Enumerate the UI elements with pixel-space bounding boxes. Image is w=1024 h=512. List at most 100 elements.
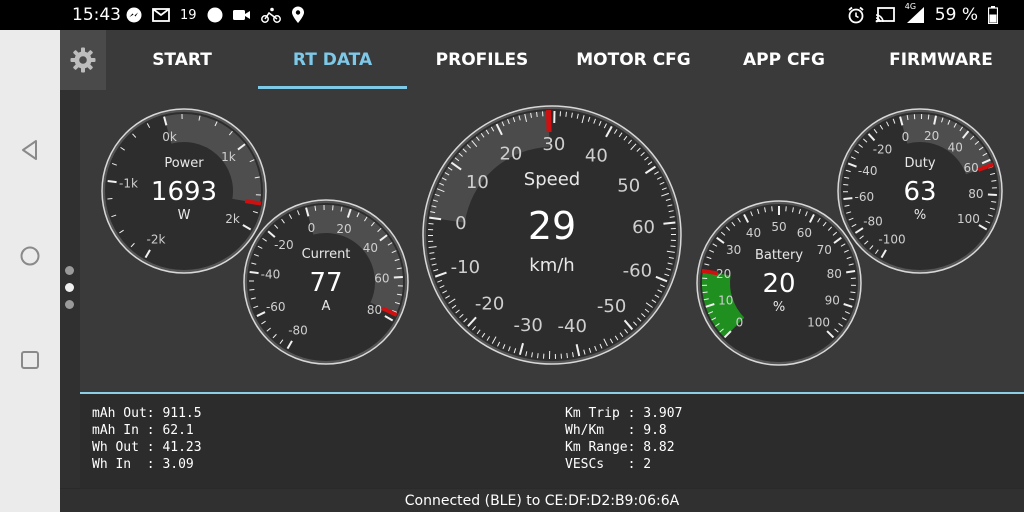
speed-tick [565,111,567,117]
stats-panel: mAh Out: 911.5 mAh In : 62.1 Wh Out : 41… [80,394,1024,488]
stat-wh-per-km: Wh/Km : 9.8 [565,423,667,438]
battery-scale-label: 60 [797,226,812,240]
gauges-canvas: -2k -1k 0k 1k 2k Power 1693W -80 -60 -40 -20 0 20 40 6… [101,105,1003,366]
power-scale-label: 0k [162,130,177,144]
battery-needle [701,268,719,276]
duty-scale-label: 100 [957,212,980,226]
current-tick [249,270,259,275]
tab-motor-cfg[interactable]: MOTOR CFG [557,30,710,90]
video-camera-icon [232,10,250,20]
status-system-icons: 4G 59 % [847,2,998,25]
tab-start[interactable]: START [106,30,258,90]
battery-scale-label: 20 [716,267,731,281]
power-title: Power [164,156,204,171]
active-tab-indicator [258,86,407,89]
battery-scale-label: 80 [827,267,842,281]
circle-icon [207,7,223,23]
power-unit: W [178,208,191,223]
current-unit: A [322,299,331,314]
page-indicator-dot[interactable] [65,300,74,309]
status-notification-icons: 19 [126,6,305,24]
tab-firmware[interactable]: FIRMWARE [858,30,1024,90]
speed-tick [566,353,568,359]
speed-scale-label: 50 [617,175,640,196]
duty-scale-label: 20 [924,129,939,143]
battery-unit: % [773,300,785,315]
power-value: 1693 [151,177,217,207]
cyclist-icon [260,7,281,23]
gauge-battery: 010 20 30 40 50 60 70 80 90 100 Battery 20% [696,200,862,366]
stat-mah-in: mAh In : 62.1 [92,423,194,438]
current-title: Current [302,247,351,262]
speed-scale-label: 40 [585,145,608,166]
speed-scale-label: -20 [475,294,504,315]
power-scale-label: -2k [147,232,166,246]
battery-value: 20 [762,269,795,299]
battery-scale-label: 0 [736,316,744,330]
speed-scale-label: 20 [499,144,522,165]
battery-title: Battery [755,248,803,263]
speed-scale-label: -50 [597,296,626,317]
battery-icon [988,6,998,24]
duty-scale-label: 40 [948,140,963,154]
gauges-panel: -2k -1k 0k 1k 2k Power 1693 W -80 -60 -40 -20 0 20 40 6… [80,90,1024,393]
speed-tick [663,221,676,225]
stat-mah-out: mAh Out: 911.5 [92,406,202,421]
speed-scale-label: -30 [513,315,542,336]
settings-button[interactable] [60,30,106,90]
duty-tick [927,114,930,120]
mail-icon [152,8,170,22]
system-navigation-bar [0,30,60,512]
power-tick [107,198,113,200]
power-scale-label: -1k [119,177,138,191]
tab-rt-data[interactable]: RT DATA [258,30,407,90]
gear-icon [70,47,96,73]
duty-scale-label: -80 [863,214,883,228]
cast-icon [875,7,895,23]
back-icon[interactable] [18,138,42,162]
duty-value: 63 [903,177,936,207]
duty-title: Duty [904,156,935,171]
status-bar: 15:43 19 4G 59 % [0,0,1024,30]
vesc-tool-screen: 15:43 19 4G 59 % START RT DATA PROFILES … [0,0,1024,512]
stat-km-trip: Km Trip : 3.907 [565,406,683,421]
speed-scale-label: 10 [466,172,489,193]
power-scale-label: 2k [225,212,240,226]
speed-scale-label: -60 [623,260,652,281]
duty-tick [843,197,853,201]
battery-scale-label: 50 [771,220,786,234]
speed-scale-label: -40 [558,316,587,337]
speed-tick [536,111,538,117]
battery-tick [850,291,856,294]
current-scale-label: 40 [363,241,378,255]
page-indicator-dot[interactable] [65,266,74,275]
tab-profiles[interactable]: PROFILES [407,30,557,90]
speed-scale-label: 0 [455,213,466,234]
speed-scale-label: 30 [542,134,565,155]
home-icon[interactable] [18,244,42,268]
current-scale-label: -40 [261,268,281,282]
battery-scale-label: 90 [825,293,840,307]
tab-app-cfg[interactable]: APP CFG [710,30,858,90]
duty-scale-label: 0 [902,130,910,144]
speed-scale-label: -10 [451,257,480,278]
page-indicator-dot-active[interactable] [65,283,74,292]
duty-scale-label: -40 [858,164,878,178]
current-tick [314,205,317,211]
speed-needle [545,109,552,133]
recent-apps-icon[interactable] [18,348,42,372]
power-scale-label: 1k [221,150,236,164]
current-scale-label: 60 [374,271,389,285]
signal-4g-indicator: 4G [905,2,925,24]
main-tab-bar: START RT DATA PROFILES MOTOR CFG APP CFG… [60,30,1024,90]
duty-scale-label: -20 [873,142,893,156]
battery-tick [846,269,856,274]
gauge-speed: -30 -20 -10 010 20 30 40 50 60 -60 -50 -40 Speed 29 km… [422,105,682,365]
network-type-label: 4G [904,2,917,11]
gauge-duty: -100 -80 -60 -40 -20 0 20 4060 80 100 Duty 63% [837,108,1003,274]
power-needle [244,199,262,206]
power-tick [107,179,117,184]
current-scale-label: 80 [367,303,382,317]
duty-scale-label: -60 [855,190,875,204]
gauge-current: -80-60 -40 -20 0 20 40 60 80 Current 77A [243,199,409,365]
